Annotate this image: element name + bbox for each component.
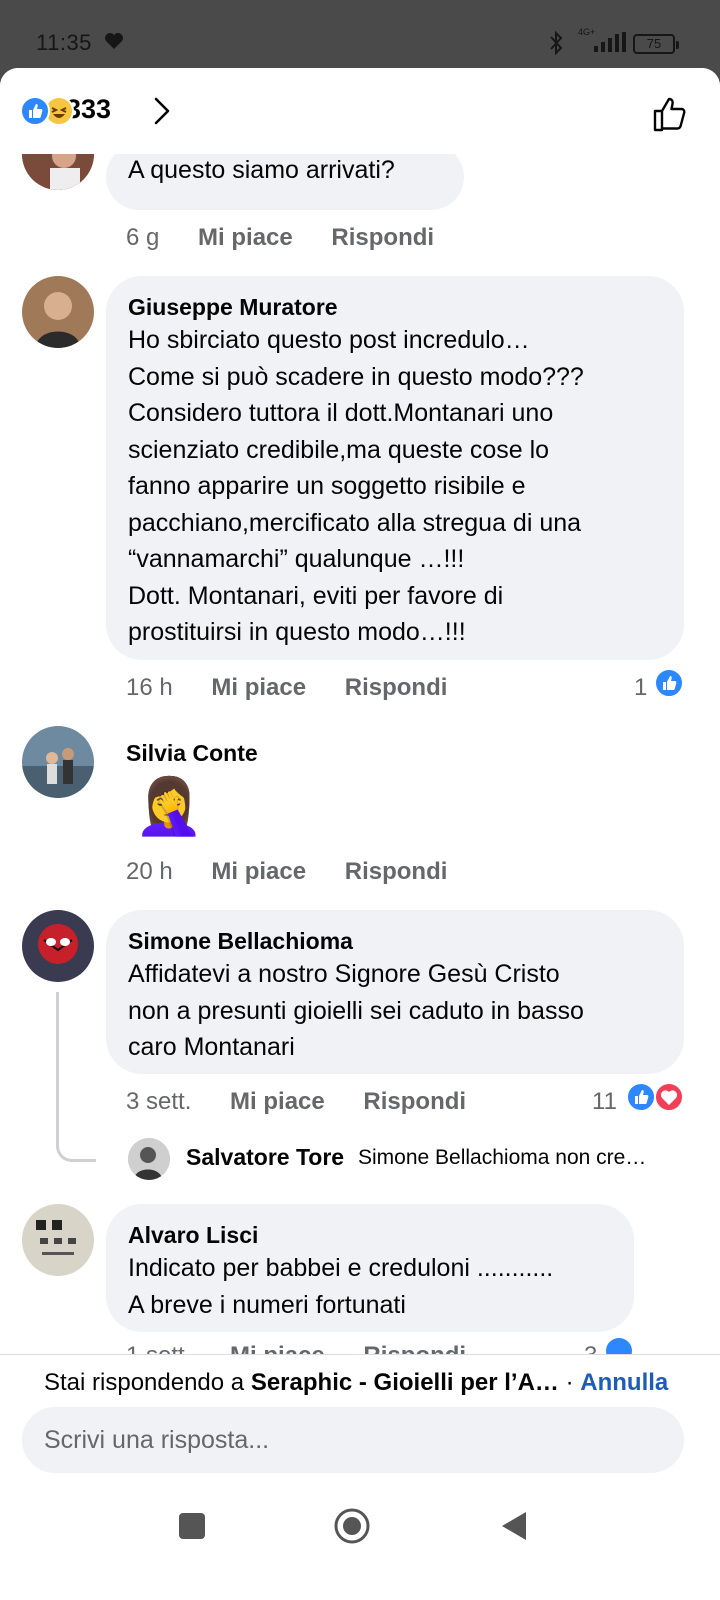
bluetooth-icon: [550, 30, 563, 56]
reply-link[interactable]: Rispondi: [331, 224, 434, 251]
comment-reaction-count[interactable]: 1: [634, 674, 647, 702]
comment-text: Ho sbirciato questo post incredulo… Come…: [128, 326, 584, 646]
comment-actions: 6 g Mi piace Rispondi: [126, 224, 466, 252]
like-link[interactable]: Mi piace: [198, 224, 293, 251]
comments-sheet: 333 A questo siamo arrivati? 6 g Mi piac…: [0, 68, 720, 1600]
comment-actions: 3 sett. Mi piace Rispondi: [126, 1088, 498, 1116]
comment-author[interactable]: Giuseppe Muratore: [128, 292, 662, 322]
comments-list: A questo siamo arrivati? 6 g Mi piace Ri…: [0, 154, 720, 1450]
cancel-reply-button[interactable]: Annulla: [580, 1369, 668, 1396]
comment-text: Affidatevi a nostro Signore Gesù Cristo …: [128, 960, 584, 1061]
avatar[interactable]: [22, 726, 94, 798]
status-time: 11:35: [36, 30, 92, 55]
like-link[interactable]: Mi piace: [230, 1088, 325, 1115]
reply-preview[interactable]: Salvatore Tore Simone Bellachioma non cr…: [128, 1138, 688, 1182]
comment-author[interactable]: Silvia Conte: [126, 738, 258, 768]
like-link[interactable]: Mi piace: [211, 674, 306, 701]
comment-time[interactable]: 6 g: [126, 224, 159, 251]
like-reaction-icon: [20, 96, 50, 126]
comment-text: A questo siamo arrivati?: [128, 156, 395, 184]
love-reaction-icon[interactable]: [654, 1082, 684, 1112]
status-bar: 11:35 4G+ 75: [0, 0, 720, 70]
comment-emoji: 🤦‍♀️: [134, 774, 204, 837]
chevron-right-icon[interactable]: [152, 96, 172, 126]
recent-apps-icon[interactable]: [178, 1512, 206, 1540]
comment-reaction-count[interactable]: 11: [592, 1088, 617, 1116]
avatar[interactable]: [22, 1204, 94, 1276]
comments-header: 333: [0, 68, 720, 154]
system-nav-bar: [0, 1492, 720, 1586]
back-icon[interactable]: [500, 1510, 528, 1542]
network-type: 4G+: [578, 27, 596, 37]
replying-prefix: Stai rispondendo a: [44, 1369, 245, 1396]
reply-composer: Stai rispondendo a Seraphic - Gioielli p…: [0, 1354, 720, 1504]
comment-author[interactable]: Alvaro Lisci: [128, 1220, 612, 1250]
like-reaction-icon[interactable]: [654, 668, 684, 698]
comment-time[interactable]: 16 h: [126, 674, 173, 701]
reply-link[interactable]: Rispondi: [345, 858, 448, 885]
comment-bubble[interactable]: Simone Bellachioma Affidatevi a nostro S…: [106, 910, 684, 1074]
like-reaction-icon[interactable]: [626, 1082, 656, 1112]
comment-time[interactable]: 20 h: [126, 858, 173, 885]
comment-text: Indicato per babbei e creduloni ........…: [128, 1254, 554, 1319]
comment-bubble[interactable]: Giuseppe Muratore Ho sbirciato questo po…: [106, 276, 684, 660]
battery-indicator: 75: [633, 34, 679, 54]
comment-bubble[interactable]: Alvaro Lisci Indicato per babbei e credu…: [106, 1204, 634, 1332]
comment-author[interactable]: Simone Bellachioma: [128, 926, 662, 956]
avatar[interactable]: [22, 154, 94, 190]
comment-actions: 16 h Mi piace Rispondi: [126, 674, 479, 702]
avatar[interactable]: [22, 276, 94, 348]
separator: ·: [565, 1369, 574, 1396]
replying-to-name: Seraphic - Gioielli per l’A…: [250, 1369, 559, 1396]
reply-input[interactable]: [22, 1407, 684, 1473]
heart-icon: [105, 33, 123, 49]
reply-author[interactable]: Salvatore Tore: [186, 1144, 344, 1171]
comment-actions: 20 h Mi piace Rispondi: [126, 858, 479, 886]
home-icon[interactable]: [334, 1508, 370, 1544]
thread-line: [56, 992, 96, 1162]
comment-time[interactable]: 3 sett.: [126, 1088, 191, 1115]
reply-text: Simone Bellachioma non cre…: [358, 1146, 647, 1169]
reply-link[interactable]: Rispondi: [363, 1088, 466, 1115]
signal-icon: [594, 32, 626, 52]
avatar[interactable]: [22, 910, 94, 982]
comment-bubble[interactable]: A questo siamo arrivati?: [106, 154, 464, 210]
like-link[interactable]: Mi piace: [211, 858, 306, 885]
avatar[interactable]: [128, 1138, 170, 1180]
thumbs-up-icon[interactable]: [650, 94, 690, 134]
reply-link[interactable]: Rispondi: [345, 674, 448, 701]
replying-to-bar: Stai rispondendo a Seraphic - Gioielli p…: [44, 1369, 668, 1397]
